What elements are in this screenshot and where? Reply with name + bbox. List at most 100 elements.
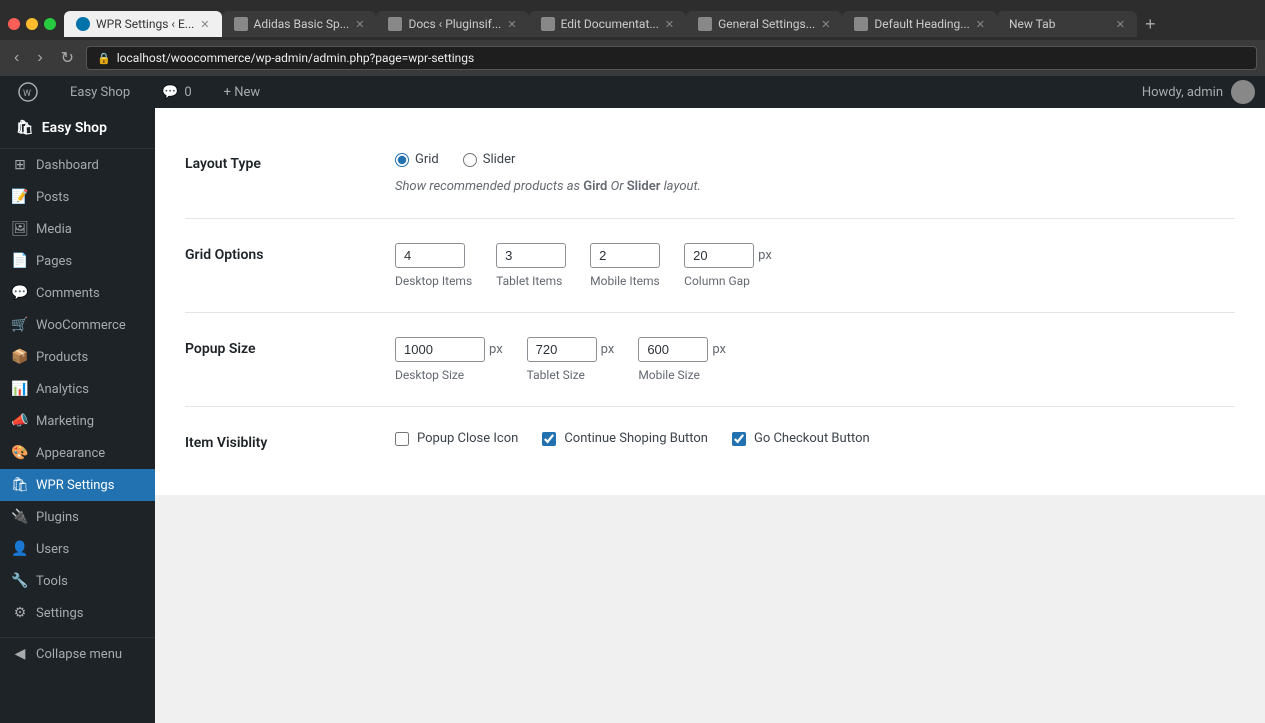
- tab-favicon-adidas: [234, 17, 248, 31]
- comments-item[interactable]: 💬 0: [154, 76, 200, 108]
- tab-label-wpr: WPR Settings ‹ E...: [96, 17, 194, 31]
- browser-controls: ‹ › ↻ 🔒 localhost/woocommerce/wp-admin/a…: [0, 40, 1265, 76]
- sidebar-item-woocommerce[interactable]: 🛒 WooCommerce: [0, 309, 155, 341]
- sidebar-item-marketing[interactable]: 📣 Marketing: [0, 405, 155, 437]
- popup-mobile-input[interactable]: [638, 337, 708, 362]
- tab-docs[interactable]: Docs ‹ Pluginsif... ✕: [376, 11, 528, 37]
- sidebar-item-label-woocommerce: WooCommerce: [36, 318, 126, 333]
- sidebar-item-label-pages: Pages: [36, 254, 72, 269]
- refresh-button[interactable]: ↻: [55, 46, 80, 70]
- sidebar-item-label-media: Media: [36, 222, 72, 237]
- tab-adidas[interactable]: Adidas Basic Sp... ✕: [222, 11, 377, 37]
- collapse-icon: ◀: [12, 646, 28, 662]
- tab-favicon-wpr: [76, 17, 90, 31]
- tab-edit-doc[interactable]: Edit Documentat... ✕: [529, 11, 687, 37]
- tab-label-docs: Docs ‹ Pluginsif...: [408, 17, 501, 31]
- tab-favicon-edit: [541, 17, 555, 31]
- tab-general[interactable]: General Settings... ✕: [686, 11, 842, 37]
- wp-logo-item[interactable]: W: [10, 76, 46, 108]
- popup-desktop-wrapper: px: [395, 337, 503, 362]
- radio-slider-input[interactable]: [463, 153, 477, 167]
- layout-type-row: Layout Type Grid Slider Show recomme: [185, 128, 1235, 219]
- sidebar-item-wpr-settings[interactable]: 🛍 WPR Settings: [0, 469, 155, 501]
- radio-grid-input[interactable]: [395, 153, 409, 167]
- tab-favicon-heading: [854, 17, 868, 31]
- go-checkout-checkbox[interactable]: [732, 432, 746, 446]
- sidebar-item-users[interactable]: 👤 Users: [0, 533, 155, 565]
- tab-close-docs[interactable]: ✕: [507, 18, 516, 31]
- popup-mobile-label: Mobile Size: [638, 368, 726, 382]
- continue-shopping-label: Continue Shoping Button: [564, 431, 708, 446]
- new-tab-button[interactable]: +: [1137, 10, 1164, 39]
- comments-sidebar-icon: 💬: [12, 285, 28, 301]
- mobile-items-input[interactable]: [590, 243, 660, 268]
- main-content: Layout Type Grid Slider Show recomme: [155, 108, 1265, 723]
- site-name-item[interactable]: Easy Shop: [62, 76, 138, 108]
- tab-close-edit[interactable]: ✕: [665, 18, 674, 31]
- popup-mobile-suffix: px: [712, 342, 726, 357]
- sidebar-item-plugins[interactable]: 🔌 Plugins: [0, 501, 155, 533]
- layout-type-radio-group: Grid Slider: [395, 152, 1235, 167]
- tablet-items-input[interactable]: [496, 243, 566, 268]
- settings-icon: ⚙: [12, 605, 28, 621]
- sidebar-item-label-wpr: WPR Settings: [36, 478, 114, 493]
- tab-close-newtab[interactable]: ✕: [1116, 18, 1125, 31]
- sidebar-item-appearance[interactable]: 🎨 Appearance: [0, 437, 155, 469]
- popup-size-content: px Desktop Size px Tablet Size: [395, 337, 1235, 382]
- radio-slider[interactable]: Slider: [463, 152, 516, 167]
- column-gap-suffix: px: [758, 248, 772, 263]
- continue-shopping-checkbox[interactable]: [542, 432, 556, 446]
- tab-close-general[interactable]: ✕: [821, 18, 830, 31]
- close-traffic-light[interactable]: [8, 18, 20, 30]
- sidebar-item-comments[interactable]: 💬 Comments: [0, 277, 155, 309]
- sidebar-item-dashboard[interactable]: ⊞ Dashboard: [0, 149, 155, 181]
- tab-close-wpr[interactable]: ✕: [200, 18, 209, 31]
- popup-size-row: Popup Size px Desktop Size: [185, 313, 1235, 407]
- address-bar[interactable]: 🔒 localhost/woocommerce/wp-admin/admin.p…: [86, 46, 1257, 70]
- tab-label-newtab: New Tab: [1009, 17, 1055, 31]
- radio-grid[interactable]: Grid: [395, 152, 439, 167]
- go-checkout-label: Go Checkout Button: [754, 431, 870, 446]
- popup-close-icon-item[interactable]: Popup Close Icon: [395, 431, 518, 446]
- popup-close-icon-checkbox[interactable]: [395, 432, 409, 446]
- checkbox-group: Popup Close Icon Continue Shoping Button…: [395, 431, 1235, 446]
- sidebar-collapse[interactable]: ◀ Collapse menu: [0, 637, 155, 670]
- maximize-traffic-light[interactable]: [44, 18, 56, 30]
- posts-icon: 📝: [12, 189, 28, 205]
- tab-close-adidas[interactable]: ✕: [355, 18, 364, 31]
- popup-desktop-group: px Desktop Size: [395, 337, 503, 382]
- sidebar-item-label-marketing: Marketing: [36, 414, 94, 429]
- tab-label-adidas: Adidas Basic Sp...: [254, 17, 350, 31]
- sidebar-item-pages[interactable]: 📄 Pages: [0, 245, 155, 277]
- minimize-traffic-light[interactable]: [26, 18, 38, 30]
- pages-icon: 📄: [12, 253, 28, 269]
- tablet-items-label: Tablet Items: [496, 274, 566, 288]
- back-button[interactable]: ‹: [8, 47, 25, 69]
- popup-tablet-input[interactable]: [527, 337, 597, 362]
- tab-label-edit: Edit Documentat...: [561, 17, 659, 31]
- new-item[interactable]: + New: [216, 76, 269, 108]
- wp-logo-icon: W: [18, 82, 38, 102]
- item-visibility-row: Item Visiblity Popup Close Icon Continue…: [185, 407, 1235, 475]
- desktop-items-input[interactable]: [395, 243, 465, 268]
- tab-newtab[interactable]: New Tab ✕: [997, 11, 1137, 37]
- tab-heading[interactable]: Default Heading... ✕: [842, 11, 997, 37]
- go-checkout-item[interactable]: Go Checkout Button: [732, 431, 870, 446]
- tab-wpr-settings[interactable]: WPR Settings ‹ E... ✕: [64, 11, 222, 37]
- sidebar-item-tools[interactable]: 🔧 Tools: [0, 565, 155, 597]
- continue-shopping-item[interactable]: Continue Shoping Button: [542, 431, 708, 446]
- tab-label-heading: Default Heading...: [874, 17, 969, 31]
- address-text: localhost/woocommerce/wp-admin/admin.php…: [117, 51, 474, 65]
- sidebar-item-posts[interactable]: 📝 Posts: [0, 181, 155, 213]
- sidebar-item-products[interactable]: 📦 Products: [0, 341, 155, 373]
- sidebar-item-analytics[interactable]: 📊 Analytics: [0, 373, 155, 405]
- sidebar-item-media[interactable]: 🖼 Media: [0, 213, 155, 245]
- sidebar-site-name: 🛍 Easy Shop: [0, 108, 155, 149]
- tab-label-general: General Settings...: [718, 17, 815, 31]
- tab-close-heading[interactable]: ✕: [976, 18, 985, 31]
- popup-tablet-suffix: px: [601, 342, 615, 357]
- column-gap-input[interactable]: [684, 243, 754, 268]
- popup-desktop-input[interactable]: [395, 337, 485, 362]
- sidebar-item-settings[interactable]: ⚙ Settings: [0, 597, 155, 629]
- forward-button[interactable]: ›: [31, 47, 48, 69]
